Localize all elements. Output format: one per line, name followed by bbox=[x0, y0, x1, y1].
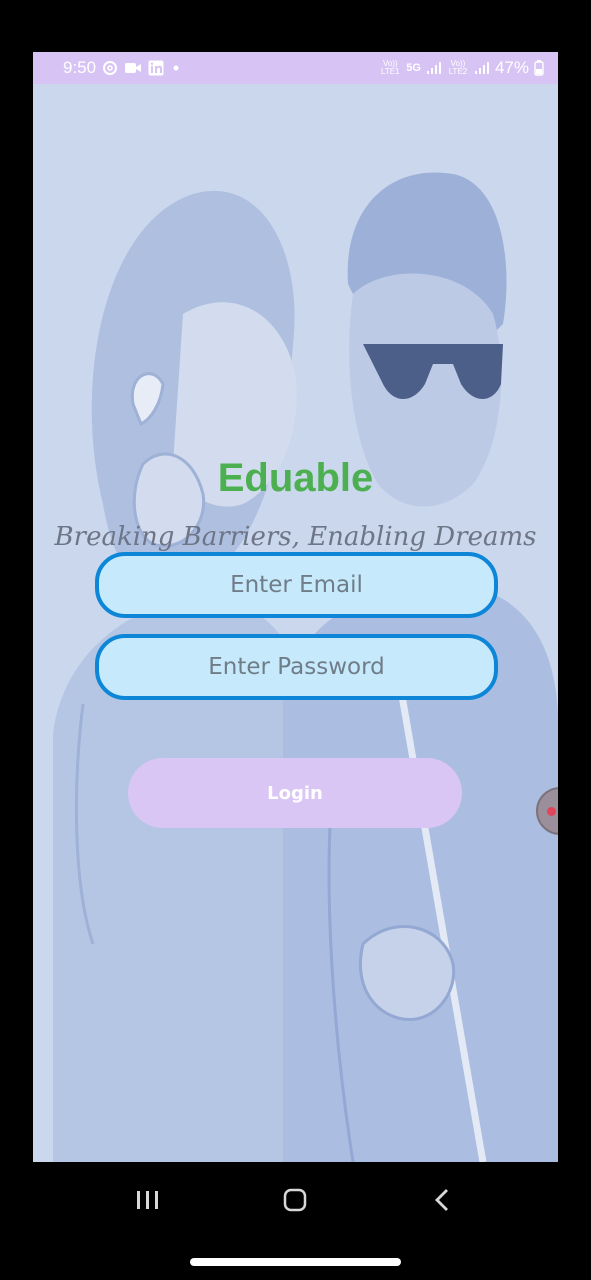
email-input[interactable] bbox=[99, 555, 494, 615]
recents-button[interactable] bbox=[118, 1180, 178, 1220]
battery-percent: 47% bbox=[494, 58, 529, 77]
home-indicator[interactable] bbox=[190, 1258, 401, 1266]
navigation-bar bbox=[0, 1162, 591, 1280]
status-right: Vo)) LTE1 5G Vo)) LTE2 47% bbox=[379, 58, 544, 78]
home-icon bbox=[283, 1188, 307, 1212]
record-dot-icon bbox=[547, 807, 556, 816]
video-icon bbox=[124, 61, 142, 75]
threads-icon bbox=[102, 60, 118, 76]
signal-2-icon bbox=[474, 61, 490, 75]
network-1-label: Vo)) LTE1 bbox=[381, 59, 400, 76]
network-2-label: Vo)) LTE2 bbox=[448, 59, 468, 76]
app-title: Eduable bbox=[217, 456, 374, 500]
back-button[interactable] bbox=[412, 1180, 472, 1220]
login-button[interactable]: Login bbox=[128, 758, 462, 828]
email-field-container bbox=[95, 552, 498, 618]
phone-screen: 9:50 Vo)) LTE1 5G Vo)) LTE2 47% Eduable … bbox=[33, 52, 558, 1162]
password-field-container bbox=[95, 634, 498, 700]
back-icon bbox=[435, 1189, 448, 1211]
status-time: 9:50 bbox=[63, 58, 97, 77]
login-form: Eduable Breaking Barriers, Enabling Drea… bbox=[33, 84, 558, 1162]
network-badge: 5G bbox=[406, 62, 421, 74]
recents-icon bbox=[137, 1191, 158, 1209]
app-tagline: Breaking Barriers, Enabling Dreams bbox=[54, 522, 537, 552]
linkedin-icon bbox=[148, 60, 164, 76]
battery-icon bbox=[534, 60, 544, 76]
signal-1-icon bbox=[426, 61, 442, 75]
dot-icon bbox=[170, 62, 182, 74]
home-button[interactable] bbox=[265, 1180, 325, 1220]
status-bar: 9:50 Vo)) LTE1 5G Vo)) LTE2 47% bbox=[33, 52, 558, 84]
status-left: 9:50 bbox=[63, 58, 182, 78]
password-input[interactable] bbox=[99, 637, 494, 697]
floating-recorder-bubble[interactable] bbox=[536, 787, 558, 835]
